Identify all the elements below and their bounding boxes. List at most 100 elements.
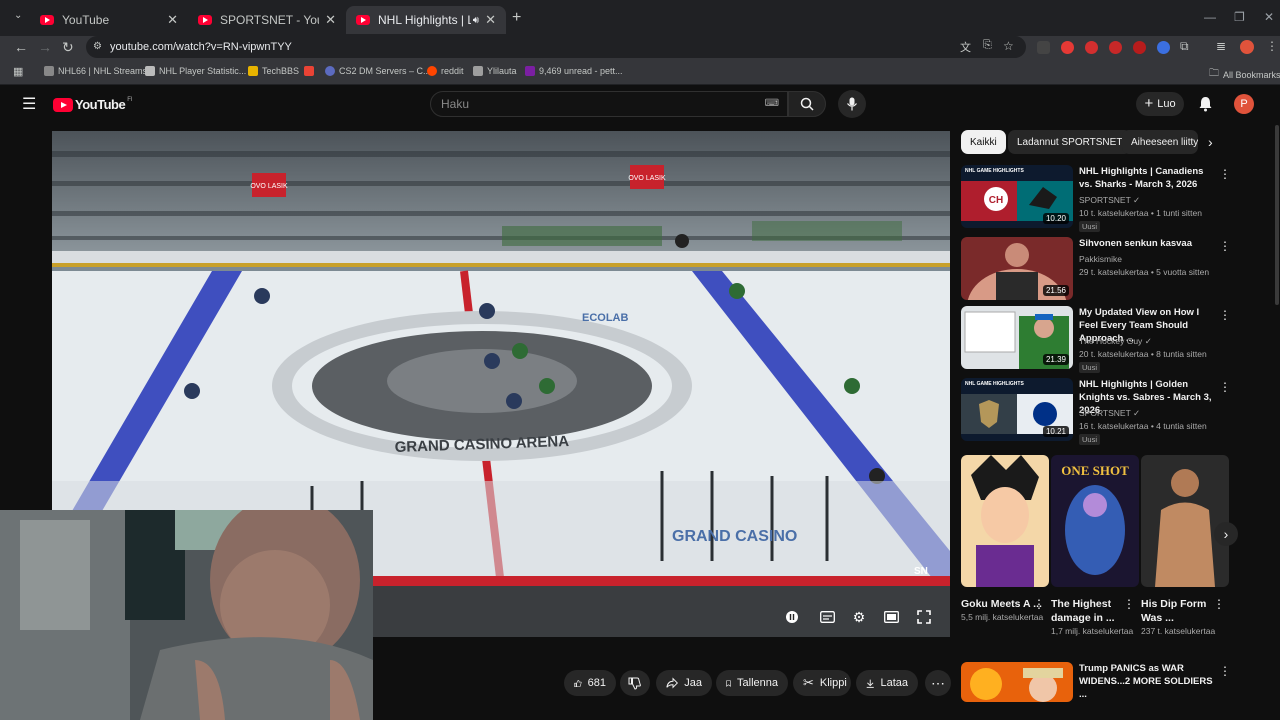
bookmark-label: 9,469 unread - pett... [539,66,623,76]
more-options-icon[interactable]: ⋮ [1219,239,1231,253]
recommendation-item[interactable]: CH NHL GAME HIGHLIGHTS 10.20 NHL Highlig… [961,165,1273,232]
short-thumbnail[interactable] [961,455,1049,587]
bookmark-techbbs[interactable]: TechBBS [248,66,299,76]
pause-button[interactable] [783,608,801,626]
clip-button[interactable]: ✂ Klippi [793,670,851,696]
tab-sportsnet[interactable]: SPORTSNET - YouTube ✕ [188,6,346,34]
bookmark-gmail[interactable] [304,66,318,76]
create-button[interactable]: + Luo [1136,92,1184,116]
hamburger-menu-icon[interactable]: ☰ [22,94,36,114]
video-title[interactable]: NHL Highlights | Canadiens vs. Sharks - … [1079,165,1219,191]
channel-name[interactable]: SPORTSNET ✓ [1079,408,1140,419]
bookmark-star-icon[interactable]: ☆ [1003,39,1014,53]
audio-playing-icon[interactable]: 🔊︎ [473,15,479,26]
chip-related[interactable]: Aiheeseen liittyvät [1122,130,1198,154]
tab-close-icon[interactable]: ✕ [485,12,496,28]
extension-icon[interactable] [1157,41,1170,54]
dislike-button[interactable] [620,670,650,696]
chevron-right-icon: › [1223,526,1229,542]
tab-nhl-highlights[interactable]: NHL Highlights | Lightning 🔊︎ ✕ [346,6,506,34]
bookmark-ylilauta[interactable]: Ylilauta [473,66,517,76]
download-button[interactable]: Lataa [856,670,918,696]
chrome-menu-icon[interactable]: ⋮ [1266,39,1278,53]
extension-icon[interactable] [1133,41,1146,54]
short-item[interactable]: His Dip Form Was ... 237 t. katselukerta… [1141,455,1229,637]
translate-icon[interactable]: 文 [960,39,971,55]
minimize-icon[interactable]: — [1204,10,1216,24]
video-title[interactable]: Sihvonen senkun kasvaa [1079,237,1219,250]
channel-name[interactable]: SPORTSNET ✓ [1079,195,1140,206]
recommendation-item[interactable]: 21.39 My Updated View on How I Feel Ever… [961,306,1273,373]
miniplayer-button[interactable] [882,608,900,626]
video-title[interactable]: Trump PANICS as WAR WIDENS...2 MORE SOLD… [1079,662,1219,701]
new-tab-icon[interactable]: + [512,9,521,27]
shorts-next-button[interactable]: › [1214,522,1238,546]
more-options-icon[interactable]: ⋮ [1219,380,1231,394]
all-bookmarks[interactable]: 🗀︎ All Bookmarks [1209,66,1280,83]
forward-icon[interactable]: → [38,39,52,55]
share-button[interactable]: Jaa [656,670,712,696]
more-options-icon[interactable]: ⋮ [1219,167,1231,181]
apps-grid-icon[interactable]: ▦ [13,65,23,78]
tab-youtube[interactable]: YouTube ✕ [30,6,188,34]
account-avatar[interactable]: P [1234,94,1254,114]
fullscreen-button[interactable] [915,608,933,626]
bookmark-nhl-player-stats[interactable]: NHL Player Statistic... [145,66,246,76]
bookmark-reddit[interactable]: reddit [427,66,464,76]
tab-close-icon[interactable]: ✕ [167,12,178,28]
site-info-icon[interactable]: ⚙ [93,36,102,58]
bookmark-mail-unread[interactable]: 9,469 unread - pett... [525,66,623,76]
short-thumbnail[interactable]: ONE SHOT [1051,455,1139,587]
short-item[interactable]: ONE SHOT The Highest damage in ... 1,7 m… [1051,455,1139,637]
install-icon[interactable]: ⎘ [983,39,992,52]
extension-icon[interactable] [1061,41,1074,54]
profile-avatar-icon[interactable] [1240,40,1254,54]
youtube-logo[interactable]: YouTube FI [53,97,133,112]
bookmark-nhl66[interactable]: NHL66 | NHL Streams [44,66,147,76]
more-options-icon[interactable]: ⋮ [1219,664,1231,678]
notifications-bell-icon[interactable] [1198,96,1213,112]
like-button[interactable]: 681 [564,670,616,696]
more-options-icon[interactable]: ⋮ [1033,597,1045,611]
tab-search-icon[interactable]: ⌄ [14,10,22,21]
save-button[interactable]: Tallenna [716,670,788,696]
back-icon[interactable]: ← [14,39,28,55]
video-thumbnail[interactable]: CH NHL GAME HIGHLIGHTS 10.20 [961,165,1073,228]
subtitles-button[interactable] [818,608,836,626]
channel-name[interactable]: Pakkismike [1079,254,1122,264]
close-window-icon[interactable]: ✕ [1264,10,1274,24]
short-item[interactable]: Goku Meets A ... 5,5 milj. katselukertaa… [961,455,1049,623]
recommendation-item[interactable]: NHL GAME HIGHLIGHTS 10.21 NHL Highlights… [961,378,1273,445]
search-button[interactable] [788,91,826,117]
video-thumbnail[interactable] [961,662,1073,702]
recommendation-item[interactable]: 21.56 Sihvonen senkun kasvaa Pakkismike … [961,237,1273,301]
more-actions-button[interactable]: ⋯ [925,670,951,696]
address-bar[interactable]: ⚙ youtube.com/watch?v=RN-vipwnTYY [86,36,1026,58]
more-options-icon[interactable]: ⋮ [1213,597,1225,611]
channel-name[interactable]: The Hockey Guy ✓ [1079,336,1152,347]
more-options-icon[interactable]: ⋮ [1123,597,1135,611]
voice-search-button[interactable] [838,90,866,118]
extension-icon[interactable] [1085,41,1098,54]
tab-close-icon[interactable]: ✕ [325,12,336,28]
keyboard-icon[interactable]: ⌨ [765,92,779,116]
chip-uploaded-by-sportsnet[interactable]: Ladannut SPORTSNET [1008,130,1132,154]
restore-icon[interactable]: ❐ [1234,10,1245,24]
short-thumbnail[interactable] [1141,455,1229,587]
more-options-icon[interactable]: ⋮ [1219,308,1231,322]
settings-button[interactable]: ⚙ [850,608,868,626]
chip-all[interactable]: Kaikki [961,130,1006,154]
video-thumbnail[interactable]: 21.39 [961,306,1073,369]
reload-icon[interactable]: ↻ [62,39,74,56]
search-input[interactable]: Haku ⌨ [430,91,788,117]
extensions-puzzle-icon[interactable]: ⧉ [1180,39,1189,54]
extension-icon[interactable] [1109,41,1122,54]
bookmark-cs2-dm[interactable]: CS2 DM Servers – C... [325,66,431,76]
recommendation-item[interactable]: Trump PANICS as WAR WIDENS...2 MORE SOLD… [961,662,1273,720]
chevron-right-icon[interactable]: › [1208,134,1213,150]
scrollbar-thumb[interactable] [1275,125,1279,305]
extension-icon[interactable] [1037,41,1050,54]
media-control-icon[interactable]: ≣ [1216,39,1226,53]
video-thumbnail[interactable]: NHL GAME HIGHLIGHTS 10.21 [961,378,1073,441]
video-thumbnail[interactable]: 21.56 [961,237,1073,300]
